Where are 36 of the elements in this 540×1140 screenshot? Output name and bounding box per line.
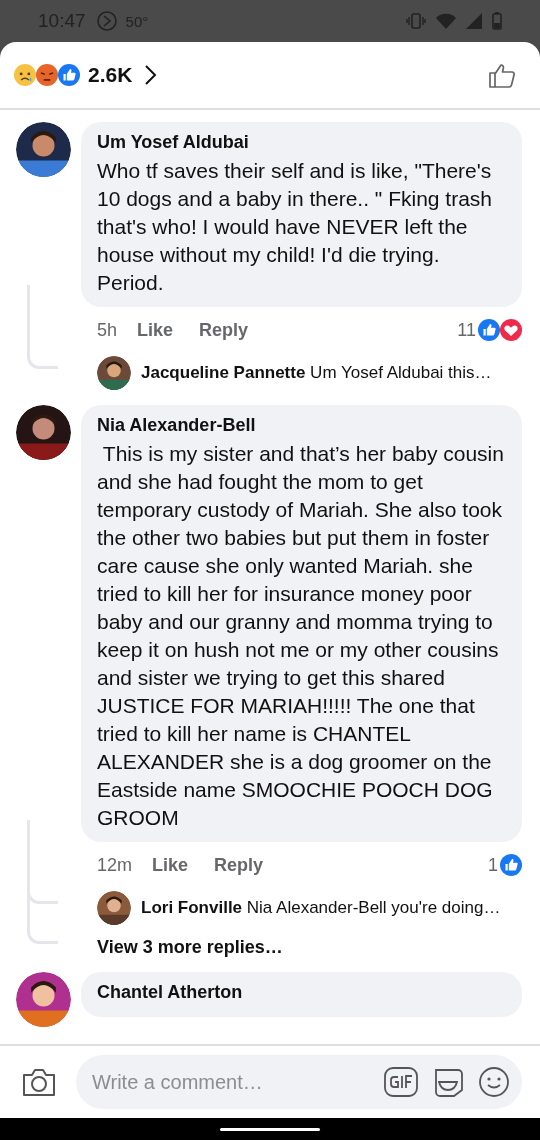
comment-time: 12m [97,854,132,876]
comment-time: 5h [97,319,118,341]
comment-text: Who tf saves their self and is like, "There's 10 dogs and a baby in there.. " Fking trash that's who! I would have NEVER left the house without my child! I'd die trying. Period. [97,158,494,296]
angry-reaction-icon [36,64,58,86]
reply-preview[interactable]: Jacqueline Pannette Um Yosef Aldubai this… [141,363,492,383]
like-link[interactable]: Like [152,854,189,876]
like-reaction-icon [478,319,500,341]
comment-author[interactable]: Um Yosef Aldubai [97,132,506,153]
reply-preview[interactable]: Lori Fonville Nia Alexander-Bell you're doing… [141,898,501,918]
vibrate-icon [406,13,426,29]
chevron-right-icon[interactable] [144,64,159,86]
gif-icon[interactable] [384,1067,418,1097]
sticker-icon[interactable] [432,1066,464,1098]
comment-input-field[interactable]: Write a comment… [76,1055,522,1109]
heart-reaction-icon [500,319,522,341]
like-reaction-icon [500,854,522,876]
like-reaction-icon [58,64,80,86]
comment-reaction-count[interactable]: 1 [488,854,498,876]
reply-link[interactable]: Reply [214,854,264,876]
play-circle-icon [95,10,118,32]
wifi-icon [436,13,456,29]
emoji-icon[interactable] [478,1066,510,1098]
camera-icon[interactable] [22,1067,56,1097]
battery-icon [492,12,502,30]
sad-reaction-icon [14,64,36,86]
thumbs-up-icon[interactable] [488,61,516,89]
like-link[interactable]: Like [137,319,174,341]
reply-link[interactable]: Reply [199,319,249,341]
comment-author[interactable]: Chantel Atherton [97,982,506,1003]
home-handle[interactable] [220,1127,320,1131]
reaction-count[interactable]: 2.6K [88,63,133,87]
comment-reaction-count[interactable]: 11 [457,319,476,341]
comment-author[interactable]: Nia Alexander-Bell [97,415,506,436]
comment-text: This is my sister and that’s her baby cousin and she had fought the mom to get temporary custody of Mariah. She also took the other two babies but put them in foster care cause she only wanted Mariah. she tried to kill her for insurance money poor baby and our granny and momma trying to keep it on hush not me or my other cousins and sister we trying to get this shared JUSTICE FOR MARIAH!!!!! The one that tried to kill her name is CHANTEL ALEXANDER she is a dog groomer on the Eastside name SMOOCHIE POOCH DOG GROOM [97,441,505,831]
view-more-replies-link[interactable]: View 3 more replies… [97,936,283,958]
signal-icon [466,13,482,29]
